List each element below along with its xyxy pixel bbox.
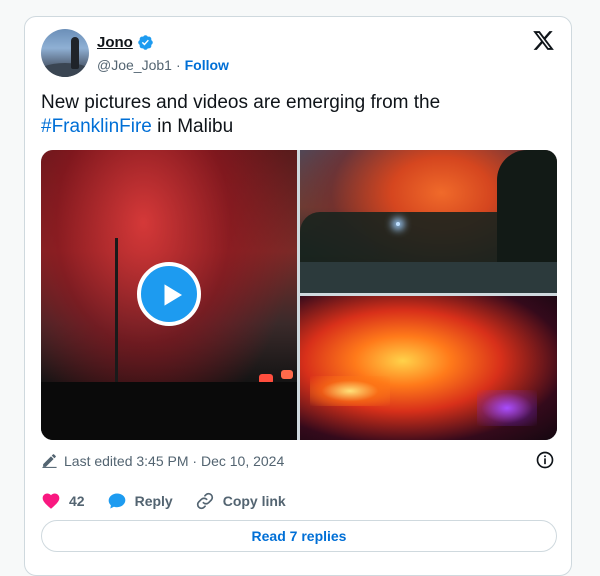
street-ground [300, 262, 557, 293]
reply-label: Reply [134, 493, 173, 509]
media-grid [41, 150, 557, 440]
utility-pole [115, 238, 118, 388]
like-count: 42 [69, 493, 85, 509]
tweet-text: New pictures and videos are emerging fro… [41, 91, 541, 139]
follow-button[interactable]: Follow [185, 57, 229, 73]
heart-icon [42, 493, 60, 509]
reply-button[interactable]: Reply [107, 491, 173, 511]
author-handle-row: @Joe_Job1 · Follow [97, 57, 229, 73]
separator-dot: · [175, 57, 181, 73]
tree-silhouette [497, 150, 557, 280]
street-lamp [396, 222, 400, 226]
like-button[interactable]: 42 [41, 491, 85, 511]
read-replies-button[interactable]: Read 7 replies [41, 520, 557, 552]
copy-link-button[interactable]: Copy link [195, 491, 286, 511]
avatar[interactable] [41, 29, 89, 77]
car-hood [41, 382, 297, 440]
pencil-icon [42, 454, 57, 468]
tweet-text-after: in Malibu [151, 116, 234, 137]
x-logo-icon[interactable] [532, 29, 555, 52]
copy-link-label: Copy link [222, 493, 286, 509]
author-display-name[interactable]: Jono [97, 34, 133, 51]
tweet-card: Jono @Joe_Job1 · Follow New pictures and… [24, 16, 572, 576]
tweet-text-before: New pictures and videos are emerging fro… [41, 92, 441, 113]
action-bar: 42 Reply Copy link [41, 491, 308, 511]
hashtag-link[interactable]: #FranklinFire [41, 116, 152, 137]
info-icon[interactable] [535, 450, 555, 470]
edited-label: Last edited 3:45 PM · Dec 10, 2024 [64, 452, 285, 469]
media-image-street[interactable] [300, 150, 557, 293]
media-video[interactable] [41, 150, 297, 440]
author-name-row: Jono [97, 34, 154, 51]
link-icon [196, 492, 213, 510]
avatar-figure [71, 37, 79, 69]
media-image-fire[interactable] [300, 296, 557, 440]
car-taillight-2 [281, 370, 293, 379]
emergency-light-glow [477, 390, 537, 426]
author-handle[interactable]: @Joe_Job1 [97, 57, 172, 73]
edited-timestamp[interactable]: Last edited 3:45 PM · Dec 10, 2024 [41, 452, 284, 469]
fire-flare [310, 376, 390, 406]
speech-bubble-icon [108, 493, 125, 509]
play-icon [164, 284, 182, 306]
avatar-hill [41, 63, 89, 77]
play-button[interactable] [137, 262, 201, 326]
verified-badge-icon [138, 35, 153, 50]
